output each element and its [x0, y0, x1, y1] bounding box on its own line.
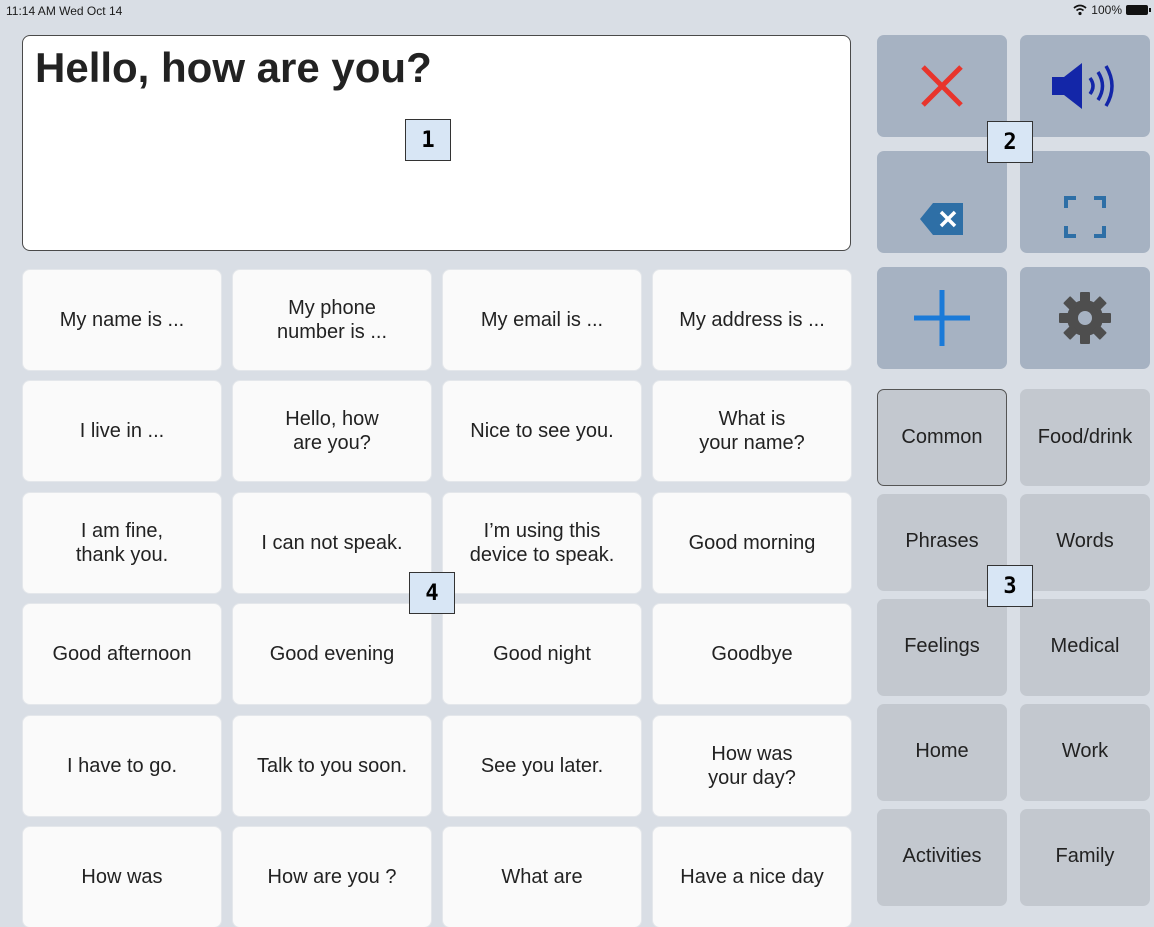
phrase-button[interactable]: I can not speak.: [233, 493, 431, 593]
phrase-button[interactable]: Goodbye: [653, 604, 851, 704]
phrase-button[interactable]: Good night: [443, 604, 641, 704]
phrase-button[interactable]: Good morning: [653, 493, 851, 593]
phrase-button[interactable]: What is your name?: [653, 381, 851, 481]
phrase-button[interactable]: How are you ?: [233, 827, 431, 927]
phrase-button[interactable]: Hello, how are you?: [233, 381, 431, 481]
phrase-button[interactable]: My email is ...: [443, 270, 641, 370]
speak-button[interactable]: [1020, 35, 1150, 137]
phrase-button[interactable]: Nice to see you.: [443, 381, 641, 481]
category-common[interactable]: Common: [877, 389, 1007, 486]
status-time: 11:14 AM Wed Oct 14: [6, 4, 123, 18]
marker-3: 3: [987, 565, 1033, 607]
message-text: Hello, how are you?: [35, 44, 432, 91]
speaker-icon: [1052, 63, 1114, 109]
phrase-button[interactable]: My phone number is ...: [233, 270, 431, 370]
phrase-button[interactable]: How was: [23, 827, 221, 927]
wifi-icon: [1073, 4, 1087, 16]
category-work[interactable]: Work: [1020, 704, 1150, 801]
phrase-button[interactable]: I am fine, thank you.: [23, 493, 221, 593]
battery-icon: [1126, 5, 1151, 15]
phrase-button[interactable]: My name is ...: [23, 270, 221, 370]
category-medical[interactable]: Medical: [1020, 599, 1150, 696]
fullscreen-icon: [1064, 196, 1106, 238]
category-family[interactable]: Family: [1020, 809, 1150, 906]
backspace-icon: [920, 203, 963, 235]
fullscreen-button[interactable]: [1020, 151, 1150, 253]
plus-icon: [914, 290, 970, 346]
phrase-button[interactable]: How was your day?: [653, 716, 851, 816]
marker-1: 1: [405, 119, 451, 161]
phrase-button[interactable]: I’m using this device to speak.: [443, 493, 641, 593]
phrase-button[interactable]: Talk to you soon.: [233, 716, 431, 816]
gear-icon: [1059, 292, 1111, 344]
marker-4: 4: [409, 572, 455, 614]
category-food-drink[interactable]: Food/drink: [1020, 389, 1150, 486]
phrase-button[interactable]: I live in ...: [23, 381, 221, 481]
phrase-button[interactable]: See you later.: [443, 716, 641, 816]
x-icon: [921, 65, 963, 107]
backspace-button[interactable]: [877, 151, 1007, 253]
status-bar: 11:14 AM Wed Oct 14 100%: [0, 0, 1154, 20]
phrase-button[interactable]: What are: [443, 827, 641, 927]
category-words[interactable]: Words: [1020, 494, 1150, 591]
phrase-button[interactable]: Good afternoon: [23, 604, 221, 704]
category-home[interactable]: Home: [877, 704, 1007, 801]
category-activities[interactable]: Activities: [877, 809, 1007, 906]
category-feelings[interactable]: Feelings: [877, 599, 1007, 696]
phrase-button[interactable]: My address is ...: [653, 270, 851, 370]
phrase-button[interactable]: I have to go.: [23, 716, 221, 816]
settings-button[interactable]: [1020, 267, 1150, 369]
marker-2: 2: [987, 121, 1033, 163]
phrase-button[interactable]: Good evening: [233, 604, 431, 704]
battery-percent: 100%: [1091, 3, 1122, 17]
add-button[interactable]: [877, 267, 1007, 369]
phrase-button[interactable]: Have a nice day: [653, 827, 851, 927]
